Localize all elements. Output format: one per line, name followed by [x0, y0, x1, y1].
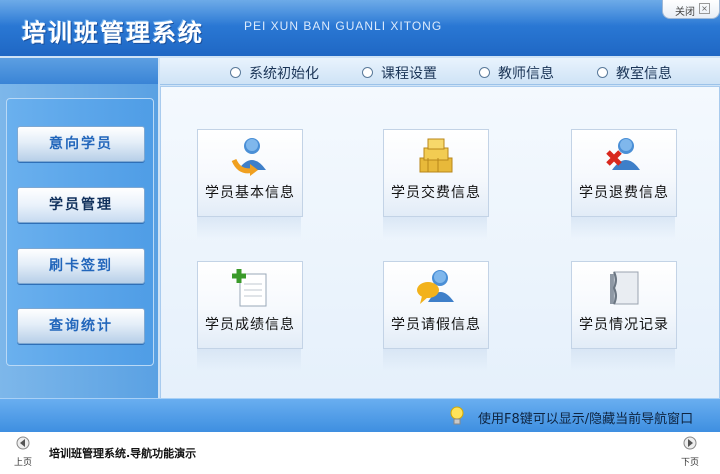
card-label: 学员基本信息: [205, 185, 295, 201]
close-label: 关闭: [675, 7, 695, 18]
status-tip: 使用F8键可以显示/隐藏当前导航窗口: [478, 412, 694, 427]
nav-item-course-settings[interactable]: 课程设置: [362, 63, 437, 82]
card-label: 学员退费信息: [579, 185, 669, 201]
user-chat-icon: [417, 270, 454, 304]
header-bar: 培训班管理系统 PEI XUN BAN GUANLI XITONG 关闭 ×: [0, 0, 720, 56]
footer: 上页 培训班管理系统.导航功能演示 下页: [0, 432, 720, 474]
card-student-grades-info[interactable]: 学员成绩信息: [197, 261, 303, 349]
radio-icon: [230, 66, 241, 78]
radio-icon: [362, 66, 373, 78]
prev-page-label: 上页: [13, 458, 32, 468]
card-student-payment-info[interactable]: 学员交费信息: [383, 129, 489, 217]
sidebar-item-prospective-students[interactable]: 意向学员: [17, 126, 145, 162]
nav-label: 课程设置: [381, 66, 437, 82]
notebook-icon: [610, 271, 639, 305]
sidebar-item-card-checkin[interactable]: 刷卡签到: [17, 248, 145, 284]
user-remove-icon: [606, 138, 640, 170]
lightbulb-icon: [450, 406, 464, 425]
nav-label: 系统初始化: [249, 66, 319, 82]
card-student-basic-info[interactable]: 学员基本信息: [197, 129, 303, 217]
prev-page-button[interactable]: 上页: [8, 436, 38, 468]
nav-label: 教室信息: [616, 66, 672, 82]
user-refresh-icon: [231, 138, 266, 176]
app-title: 培训班管理系统: [22, 19, 204, 47]
card-label: 学员成绩信息: [205, 317, 295, 333]
next-page-button[interactable]: 下页: [675, 436, 705, 468]
card-student-refund-info[interactable]: 学员退费信息: [571, 129, 677, 217]
gold-bars-icon: [419, 138, 453, 173]
arrow-right-icon: [683, 436, 697, 450]
radio-icon: [597, 66, 608, 78]
card-student-records[interactable]: 学员情况记录: [571, 261, 677, 349]
top-navigation: 系统初始化 课程设置 教师信息 教室信息: [160, 58, 720, 85]
nav-label: 教师信息: [498, 66, 554, 82]
next-page-label: 下页: [680, 458, 699, 468]
app-subtitle: PEI XUN BAN GUANLI XITONG: [244, 19, 443, 33]
main-content: 学员基本信息 学员交费信息 学员退费信息 学员成绩信息 学员请假信息 学员情况记…: [160, 86, 720, 400]
nav-item-classroom-info[interactable]: 教室信息: [597, 63, 672, 82]
close-icon: ×: [699, 3, 710, 14]
sidebar-header: [0, 58, 158, 84]
status-bar: 使用F8键可以显示/隐藏当前导航窗口: [0, 398, 720, 432]
card-label: 学员交费信息: [391, 185, 481, 201]
arrow-left-icon: [16, 436, 30, 450]
footer-caption: 培训班管理系统.导航功能演示: [49, 447, 197, 460]
card-label: 学员情况记录: [579, 317, 669, 333]
nav-item-teacher-info[interactable]: 教师信息: [479, 63, 554, 82]
close-button[interactable]: 关闭 ×: [662, 0, 720, 19]
radio-icon: [479, 66, 490, 78]
card-student-leave-info[interactable]: 学员请假信息: [383, 261, 489, 349]
sidebar-item-query-stats[interactable]: 查询统计: [17, 308, 145, 344]
nav-item-system-init[interactable]: 系统初始化: [230, 63, 319, 82]
app-window: 培训班管理系统 PEI XUN BAN GUANLI XITONG 关闭 × 系…: [0, 0, 720, 432]
card-label: 学员请假信息: [391, 317, 481, 333]
add-document-icon: [232, 269, 267, 307]
sidebar-item-student-management[interactable]: 学员管理: [17, 187, 145, 223]
